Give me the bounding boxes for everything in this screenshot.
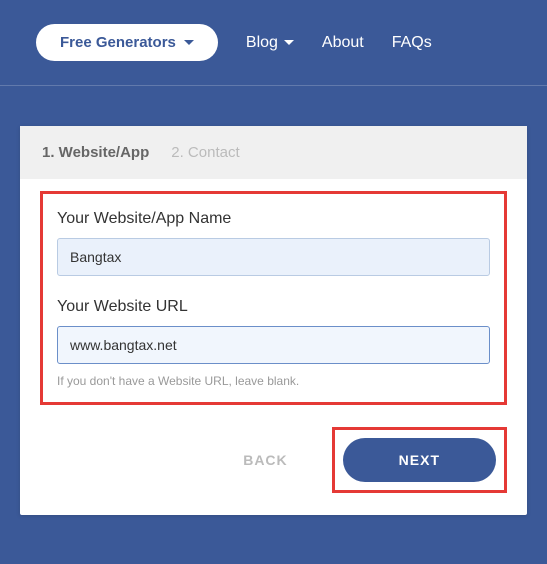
wizard-footer: BACK NEXT [20, 409, 527, 515]
caret-down-icon [184, 40, 194, 45]
website-url-input[interactable] [57, 326, 490, 364]
name-label: Your Website/App Name [57, 210, 490, 228]
website-name-input[interactable] [57, 238, 490, 276]
back-button[interactable]: BACK [219, 440, 311, 480]
free-generators-dropdown[interactable]: Free Generators [36, 24, 218, 61]
nav-blog-label: Blog [246, 34, 278, 52]
next-button[interactable]: NEXT [343, 438, 496, 482]
next-highlight: NEXT [332, 427, 507, 493]
nav-blog[interactable]: Blog [246, 34, 294, 52]
form-body: Your Website/App Name Your Website URL I… [20, 179, 527, 409]
url-helper: If you don't have a Website URL, leave b… [57, 374, 490, 388]
form-highlight: Your Website/App Name Your Website URL I… [40, 191, 507, 405]
free-generators-label: Free Generators [60, 34, 176, 51]
step-contact[interactable]: 2. Contact [171, 144, 239, 161]
top-nav: Free Generators Blog About FAQs [0, 0, 547, 86]
nav-about[interactable]: About [322, 34, 364, 52]
wizard-card: 1. Website/App 2. Contact Your Website/A… [20, 126, 527, 515]
url-label: Your Website URL [57, 298, 490, 316]
wizard-steps: 1. Website/App 2. Contact [20, 126, 527, 179]
caret-down-icon [284, 40, 294, 45]
nav-faqs[interactable]: FAQs [392, 34, 432, 52]
step-website-app[interactable]: 1. Website/App [42, 144, 149, 161]
